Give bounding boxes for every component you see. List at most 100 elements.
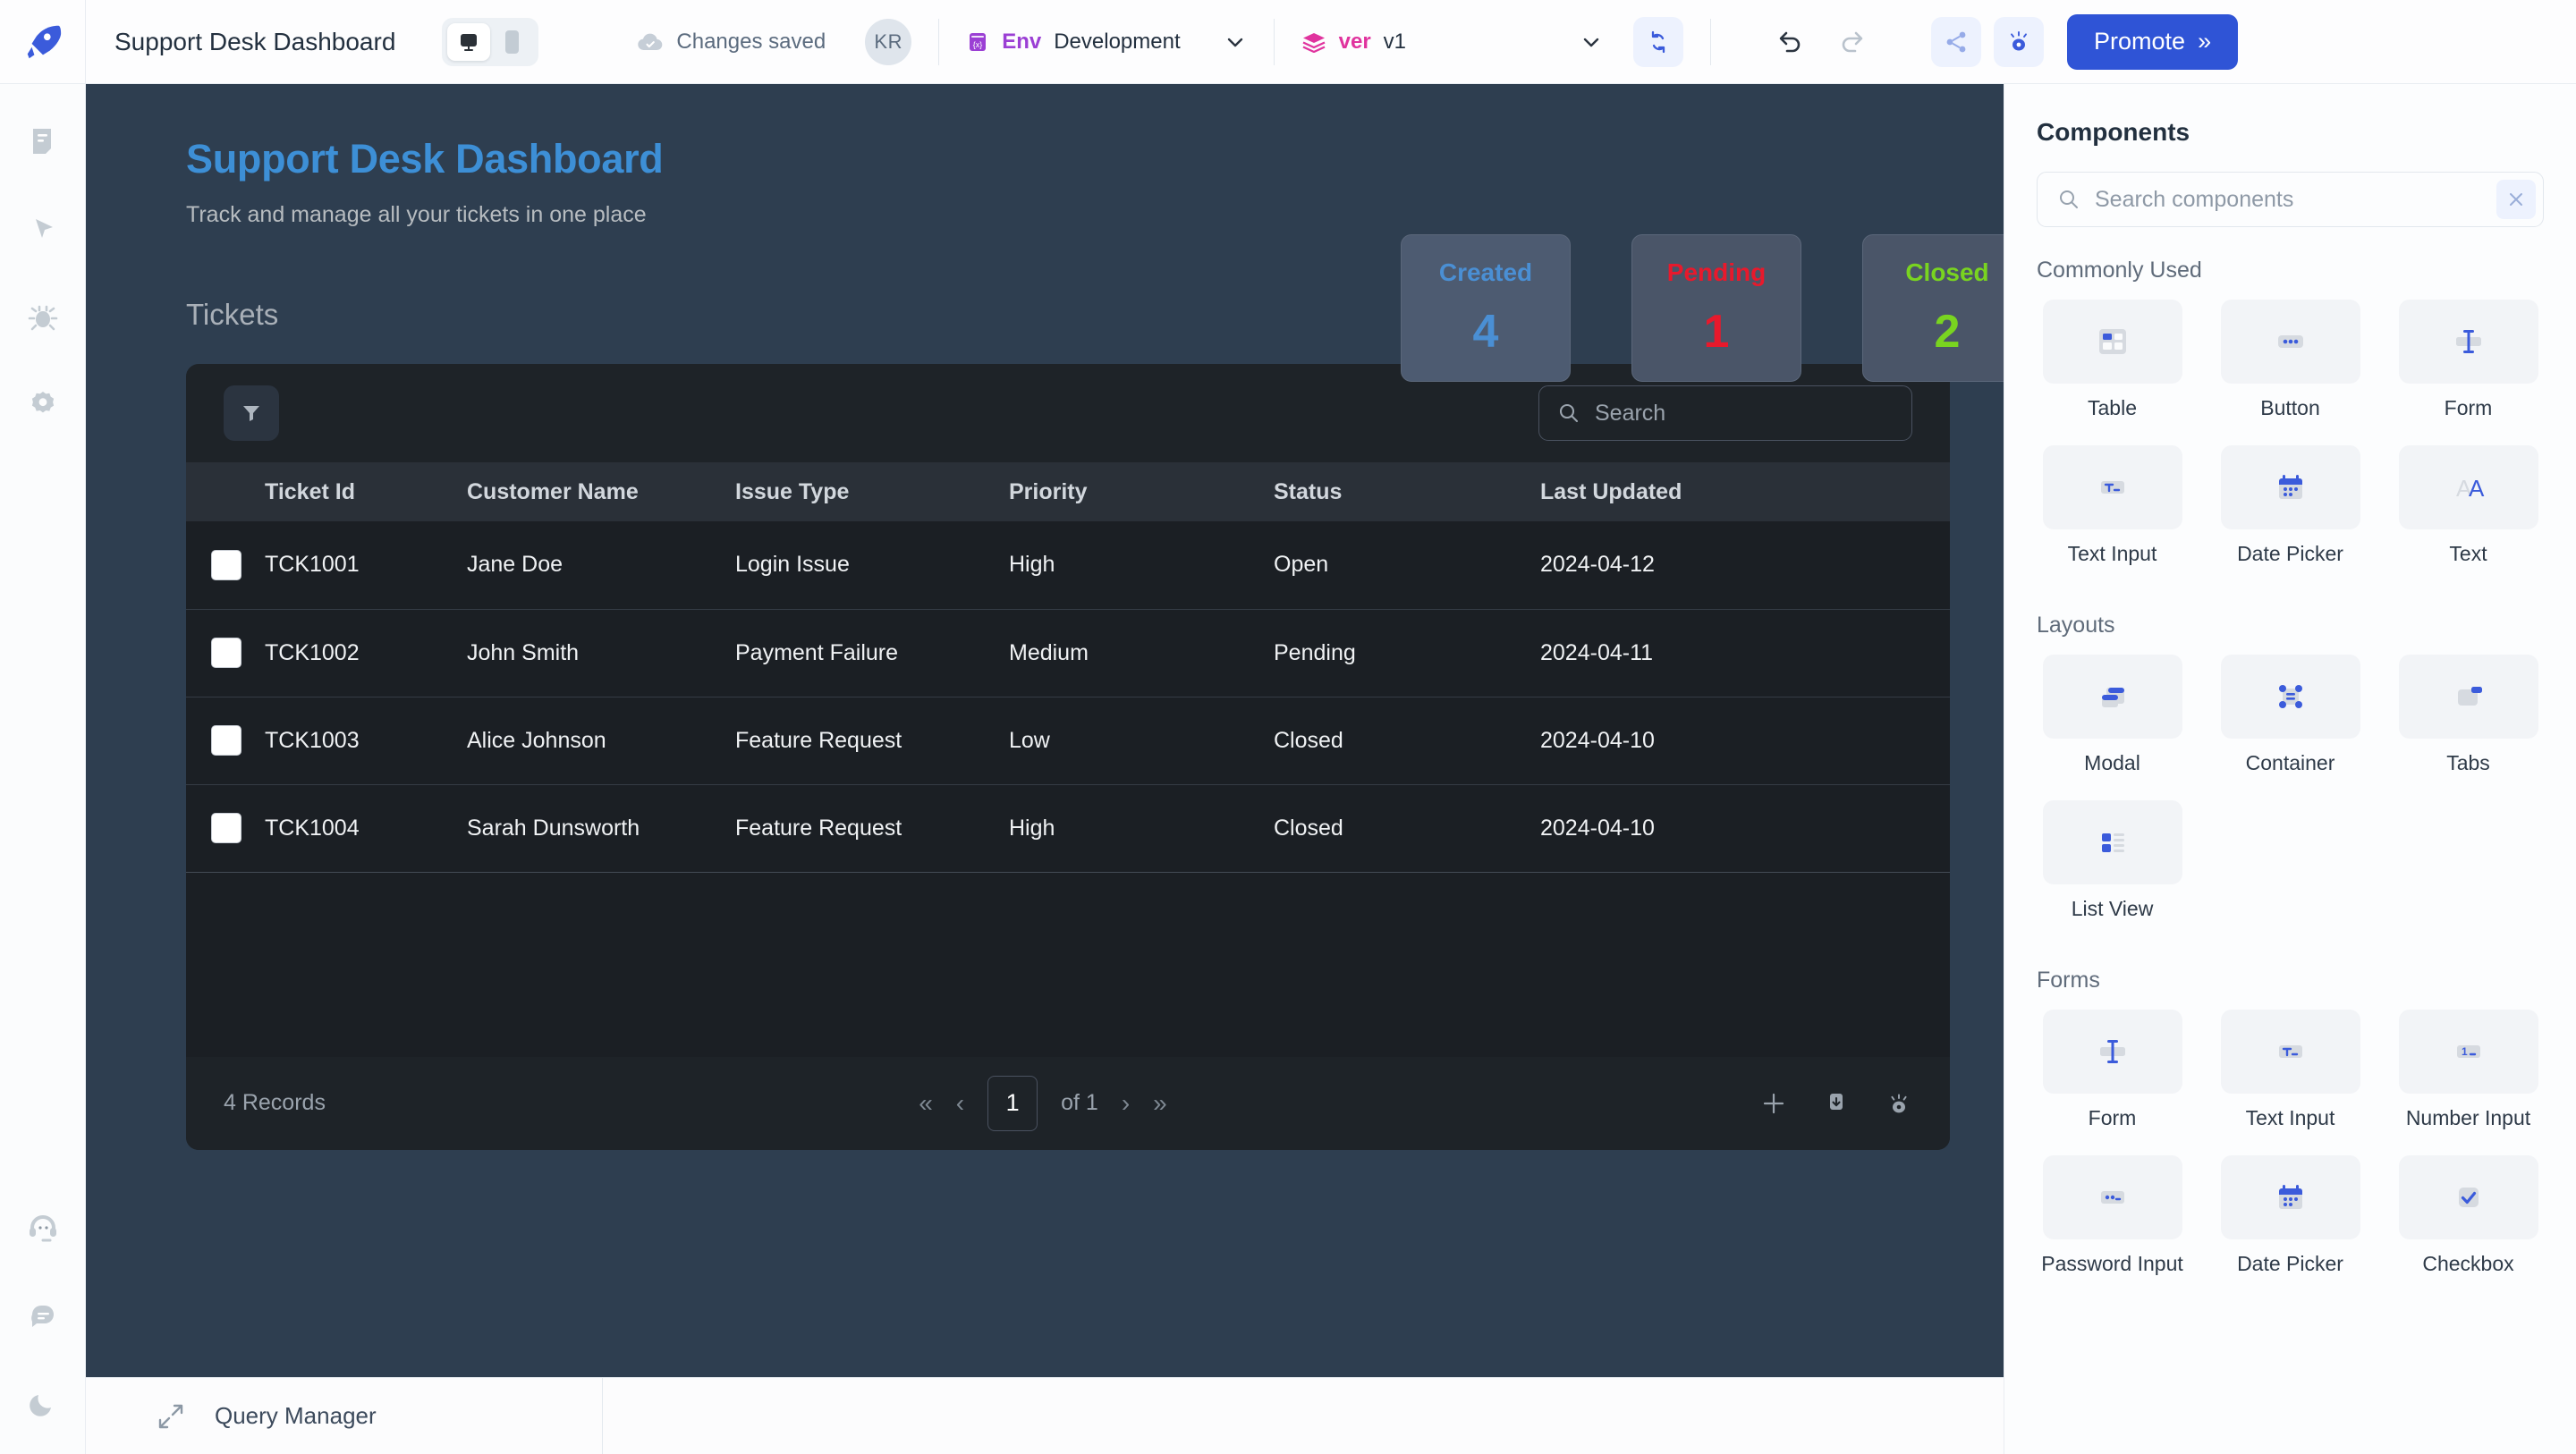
table-row[interactable]: TCK1004 Sarah Dunsworth Feature Request … <box>186 784 1950 873</box>
redo-button[interactable] <box>1838 27 1868 57</box>
row-checkbox-cell[interactable] <box>186 609 254 697</box>
component-date-picker-2[interactable]: Date Picker <box>2215 1155 2366 1292</box>
share-icon <box>1946 31 1966 52</box>
column-header-customer[interactable]: Customer Name <box>456 462 724 521</box>
avatar[interactable]: KR <box>865 18 912 65</box>
component-list-view[interactable]: List View <box>2037 800 2188 937</box>
component-tile[interactable] <box>2220 300 2360 384</box>
component-text-input[interactable]: Text Input <box>2037 445 2188 582</box>
component-tile[interactable] <box>2042 800 2182 884</box>
component-modal[interactable]: Modal <box>2037 655 2188 791</box>
component-tile[interactable]: 1 <box>2398 1010 2538 1094</box>
component-tile[interactable] <box>2042 1155 2182 1239</box>
cell-customer: John Smith <box>456 609 724 697</box>
version-selector[interactable]: ver v1 <box>1301 30 1603 55</box>
row-checkbox[interactable] <box>211 549 242 580</box>
component-tabs[interactable]: Tabs <box>2393 655 2544 791</box>
component-form[interactable]: Form <box>2393 300 2544 436</box>
component-tile[interactable] <box>2398 300 2538 384</box>
sidebar-item-theme[interactable] <box>23 1384 63 1424</box>
component-container[interactable]: Container <box>2215 655 2366 791</box>
component-tile[interactable] <box>2042 445 2182 529</box>
preview-button[interactable] <box>1994 16 2045 67</box>
sidebar-item-settings[interactable] <box>23 385 63 424</box>
add-row-button[interactable] <box>1760 1090 1787 1117</box>
row-checkbox[interactable] <box>211 813 242 843</box>
table-search-input[interactable]: Search <box>1538 385 1912 441</box>
share-button[interactable] <box>1931 16 1982 67</box>
chevron-down-icon[interactable] <box>1224 30 1247 54</box>
refresh-button[interactable] <box>1633 16 1684 67</box>
stat-card-created[interactable]: Created 4 <box>1401 234 1571 382</box>
component-number-input[interactable]: 1 Number Input <box>2393 1010 2544 1146</box>
row-checkbox[interactable] <box>211 638 242 668</box>
component-tile[interactable] <box>2042 655 2182 739</box>
component-form-2[interactable]: Form <box>2037 1010 2188 1146</box>
column-header-issue-type[interactable]: Issue Type <box>724 462 998 521</box>
sidebar-item-debugger[interactable] <box>23 297 63 336</box>
last-page-button[interactable]: » <box>1153 1089 1167 1118</box>
column-header-ticket-id[interactable]: Ticket Id <box>254 462 456 521</box>
app-logo[interactable] <box>0 0 86 84</box>
component-search[interactable]: Search components <box>2037 172 2544 227</box>
sidebar-item-chat[interactable] <box>23 1297 63 1336</box>
chevron-down-icon[interactable] <box>1580 30 1603 54</box>
row-checkbox-cell[interactable] <box>186 521 254 610</box>
cell-updated: 2024-04-12 <box>1530 521 1950 610</box>
hide-columns-button[interactable] <box>1885 1090 1912 1117</box>
component-text-input-2[interactable]: Text Input <box>2215 1010 2366 1146</box>
component-tile[interactable] <box>2042 300 2182 384</box>
component-date-picker[interactable]: Date Picker <box>2215 445 2366 582</box>
next-page-button[interactable]: › <box>1122 1089 1130 1118</box>
first-page-button[interactable]: « <box>919 1089 933 1118</box>
prev-page-button[interactable]: ‹ <box>956 1089 964 1118</box>
component-checkbox[interactable]: Checkbox <box>2393 1155 2544 1292</box>
component-tile[interactable] <box>2220 445 2360 529</box>
column-header-last-updated[interactable]: Last Updated <box>1530 462 1950 521</box>
clear-search-button[interactable] <box>2496 180 2536 219</box>
select-all-header[interactable] <box>186 462 254 521</box>
component-tile[interactable] <box>2220 1155 2360 1239</box>
component-label: Date Picker <box>2237 542 2343 565</box>
promote-button[interactable]: Promote » <box>2067 13 2239 70</box>
undo-button[interactable] <box>1774 27 1804 57</box>
component-password-input[interactable]: Password Input <box>2037 1155 2188 1292</box>
component-tile[interactable] <box>2398 1155 2538 1239</box>
env-selector[interactable]: {x} Env Development <box>966 30 1246 55</box>
component-button[interactable]: Button <box>2215 300 2366 436</box>
table-row[interactable]: TCK1002 John Smith Payment Failure Mediu… <box>186 609 1950 697</box>
stat-card-pending[interactable]: Pending 1 <box>1631 234 1801 382</box>
stat-card-closed[interactable]: Closed 2 <box>1862 234 2004 382</box>
svg-text:1: 1 <box>2462 1045 2468 1058</box>
sidebar-item-pages[interactable] <box>23 122 63 161</box>
table-header-row: Ticket Id Customer Name Issue Type Prior… <box>186 462 1950 521</box>
mobile-view-button[interactable] <box>490 23 533 61</box>
device-toggle[interactable] <box>442 17 539 66</box>
table-row[interactable]: TCK1003 Alice Johnson Feature Request Lo… <box>186 697 1950 785</box>
component-tile[interactable]: A A <box>2398 445 2538 529</box>
filter-button[interactable] <box>224 385 279 441</box>
table-row[interactable]: TCK1001 Jane Doe Login Issue High Open 2… <box>186 521 1950 610</box>
app-canvas[interactable]: Support Desk Dashboard Track and manage … <box>86 84 2004 1377</box>
sidebar-item-support[interactable] <box>23 1209 63 1248</box>
component-tile[interactable] <box>2398 655 2538 739</box>
row-checkbox[interactable] <box>211 725 242 756</box>
eye-preview-icon <box>2011 30 2027 50</box>
row-checkbox-cell[interactable] <box>186 784 254 873</box>
column-header-status[interactable]: Status <box>1263 462 1530 521</box>
sidebar-item-inspector[interactable] <box>23 209 63 249</box>
modal-icon <box>2101 688 2124 707</box>
canvas-area: Support Desk Dashboard Track and manage … <box>86 84 2004 1454</box>
component-text[interactable]: A A Text <box>2393 445 2544 582</box>
query-manager-toggle[interactable]: Query Manager <box>86 1377 603 1454</box>
component-table[interactable]: Table <box>2037 300 2188 436</box>
component-tile[interactable] <box>2220 1010 2360 1094</box>
page-number-input[interactable]: 1 <box>987 1075 1038 1131</box>
component-tile[interactable] <box>2220 655 2360 739</box>
download-button[interactable] <box>1823 1090 1850 1117</box>
column-header-priority[interactable]: Priority <box>998 462 1263 521</box>
row-checkbox-cell[interactable] <box>186 697 254 785</box>
page-title: Support Desk Dashboard <box>114 27 396 55</box>
desktop-view-button[interactable] <box>447 22 491 61</box>
component-tile[interactable] <box>2042 1010 2182 1094</box>
